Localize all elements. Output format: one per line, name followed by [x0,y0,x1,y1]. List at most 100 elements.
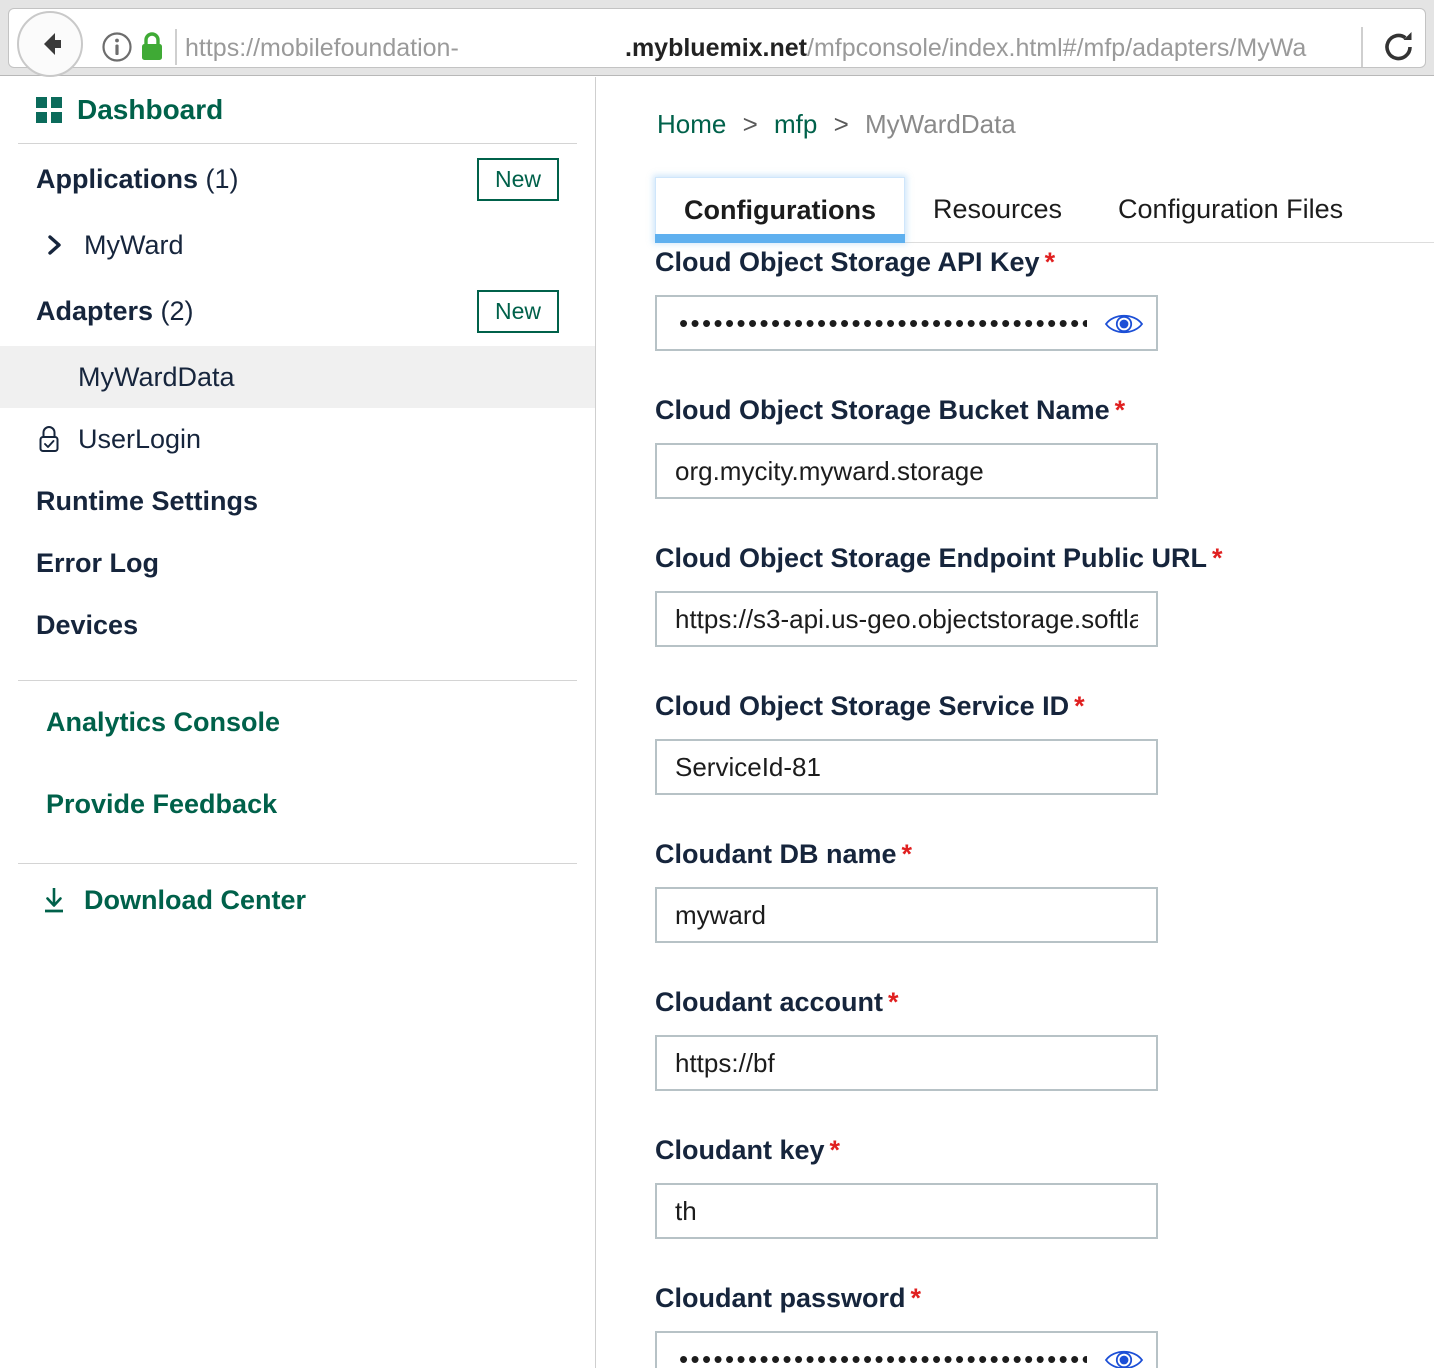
cloudant-account-input-wrapper[interactable] [655,1035,1158,1091]
grid-squares-icon [36,97,62,123]
field-cos-bucket-name: Cloud Object Storage Bucket Name* [597,395,1434,499]
eye-icon[interactable] [1102,308,1146,340]
url-path-text: /mfpconsole/index.html#/mfp/adapters/MyW… [807,34,1306,62]
url-host-path: .mybluemix.net/mfpconsole/index.html#/mf… [625,29,1325,67]
sidebar-item-error-log[interactable]: Error Log [0,532,595,594]
breadcrumb-separator-1: > [743,109,758,139]
cloudant-db-name-label: Cloudant DB name* [655,839,1434,870]
adapters-section-header: Adapters (2) New [0,276,595,346]
cloudant-db-name-required-mark: * [902,839,913,869]
cos-endpoint-url-input-wrapper[interactable] [655,591,1158,647]
breadcrumb: Home > mfp > MyWardData [657,109,1016,140]
browser-chrome: https://mobilefoundation- .mybluemix.net… [0,0,1434,76]
field-cos-service-id: Cloud Object Storage Service ID* [597,691,1434,795]
info-circle-icon[interactable] [101,31,133,63]
userlogin-label: UserLogin [78,424,201,455]
error-log-label: Error Log [36,548,159,579]
cloudant-key-input-wrapper[interactable] [655,1183,1158,1239]
myward-label: MyWard [84,230,184,261]
cloudant-db-name-input-wrapper[interactable] [655,887,1158,943]
back-arrow-icon [31,25,69,63]
cloudant-key-label: Cloudant key* [655,1135,1434,1166]
tab-resources[interactable]: Resources [905,177,1090,242]
cos-bucket-name-input[interactable] [657,445,1156,497]
address-bar[interactable]: https://mobilefoundation- .mybluemix.net… [8,8,1426,68]
applications-label: Applications [36,164,198,194]
sidebar-item-devices[interactable]: Devices [0,594,595,656]
cos-bucket-name-label: Cloud Object Storage Bucket Name* [655,395,1434,426]
dashboard-label: Dashboard [77,94,223,126]
new-adapter-button[interactable]: New [477,290,559,333]
field-cloudant-key: Cloudant key* [597,1135,1434,1239]
sidebar-item-mywarddata[interactable]: MyWardData [0,346,595,408]
cos-api-key-masked-value: •••••••••••••••••••••••••••••••••••••• [657,295,1087,351]
back-button[interactable] [17,11,83,77]
reload-divider [1361,27,1363,67]
breadcrumb-home[interactable]: Home [657,109,726,139]
breadcrumb-mfp[interactable]: mfp [774,109,817,139]
sidebar: Dashboard Applications (1) New MyWard Ad… [0,77,596,1368]
sidebar-item-analytics-console[interactable]: Analytics Console [0,681,595,763]
adapters-label: Adapters [36,296,153,326]
devices-label: Devices [36,610,138,641]
tab-configurations[interactable]: Configurations [655,177,905,242]
tab-bar: Configurations Resources Configuration F… [655,177,1434,243]
cos-endpoint-url-input[interactable] [657,593,1156,645]
cos-endpoint-url-label: Cloud Object Storage Endpoint Public URL… [655,543,1434,574]
cos-api-key-input-wrapper[interactable]: •••••••••••••••••••••••••••••••••••••• [655,295,1158,351]
main-content: Home > mfp > MyWardData Configurations R… [597,77,1434,1368]
mywarddata-label: MyWardData [78,362,235,393]
new-application-button[interactable]: New [477,158,559,201]
tab-configuration-files[interactable]: Configuration Files [1090,177,1371,242]
breadcrumb-current: MyWardData [865,109,1016,139]
cos-api-key-label-text: Cloud Object Storage API Key [655,247,1040,277]
download-center-label: Download Center [84,885,306,916]
sidebar-item-myward[interactable]: MyWard [0,214,595,276]
field-cos-endpoint-url: Cloud Object Storage Endpoint Public URL… [597,543,1434,647]
cos-endpoint-url-label-text: Cloud Object Storage Endpoint Public URL [655,543,1207,573]
reload-icon[interactable] [1381,29,1417,65]
cloudant-password-input-wrapper[interactable]: •••••••••••••••••••••••••••••••••••••• [655,1331,1158,1368]
padlock-icon [137,30,167,64]
cos-bucket-name-label-text: Cloud Object Storage Bucket Name [655,395,1110,425]
sidebar-item-runtime-settings[interactable]: Runtime Settings [0,470,595,532]
sidebar-item-provide-feedback[interactable]: Provide Feedback [0,763,595,845]
sidebar-item-download-center[interactable]: Download Center [0,864,595,936]
cos-service-id-label-text: Cloud Object Storage Service ID [655,691,1069,721]
analytics-console-label: Analytics Console [46,707,280,738]
applications-section-header: Applications (1) New [0,144,595,214]
cos-service-id-input[interactable] [657,741,1156,793]
cloudant-key-input[interactable] [657,1185,1156,1237]
eye-icon[interactable] [1102,1344,1146,1368]
cos-bucket-name-required-mark: * [1115,395,1126,425]
cloudant-db-name-input[interactable] [657,889,1156,941]
cloudant-password-masked-value: •••••••••••••••••••••••••••••••••••••• [657,1331,1087,1368]
runtime-settings-label: Runtime Settings [36,486,258,517]
field-cloudant-account: Cloudant account* [597,987,1434,1091]
field-cloudant-password: Cloudant password* •••••••••••••••••••••… [597,1283,1434,1368]
chevron-right-icon [44,234,66,256]
cos-api-key-required-mark: * [1045,247,1056,277]
cloudant-account-label-text: Cloudant account [655,987,883,1017]
url-host-text: .mybluemix.net [625,34,807,62]
applications-title: Applications (1) [36,164,239,195]
cloudant-password-label: Cloudant password* [655,1283,1434,1314]
cos-api-key-label: Cloud Object Storage API Key* [655,247,1434,278]
adapters-title: Adapters (2) [36,296,194,327]
configurations-form: Cloud Object Storage API Key* ••••••••••… [597,247,1434,1368]
cloudant-db-name-label-text: Cloudant DB name [655,839,897,869]
cos-bucket-name-input-wrapper[interactable] [655,443,1158,499]
adapters-count: (2) [161,296,194,326]
cloudant-key-required-mark: * [830,1135,841,1165]
cloudant-account-input[interactable] [657,1037,1156,1089]
breadcrumb-separator-2: > [834,109,849,139]
field-cloudant-db-name: Cloudant DB name* [597,839,1434,943]
download-icon [40,885,68,915]
sidebar-item-dashboard[interactable]: Dashboard [0,77,595,143]
cloudant-account-required-mark: * [888,987,899,1017]
cos-endpoint-url-required-mark: * [1212,543,1223,573]
cloudant-account-label: Cloudant account* [655,987,1434,1018]
sidebar-item-userlogin[interactable]: UserLogin [0,408,595,470]
provide-feedback-label: Provide Feedback [46,789,277,820]
cos-service-id-input-wrapper[interactable] [655,739,1158,795]
